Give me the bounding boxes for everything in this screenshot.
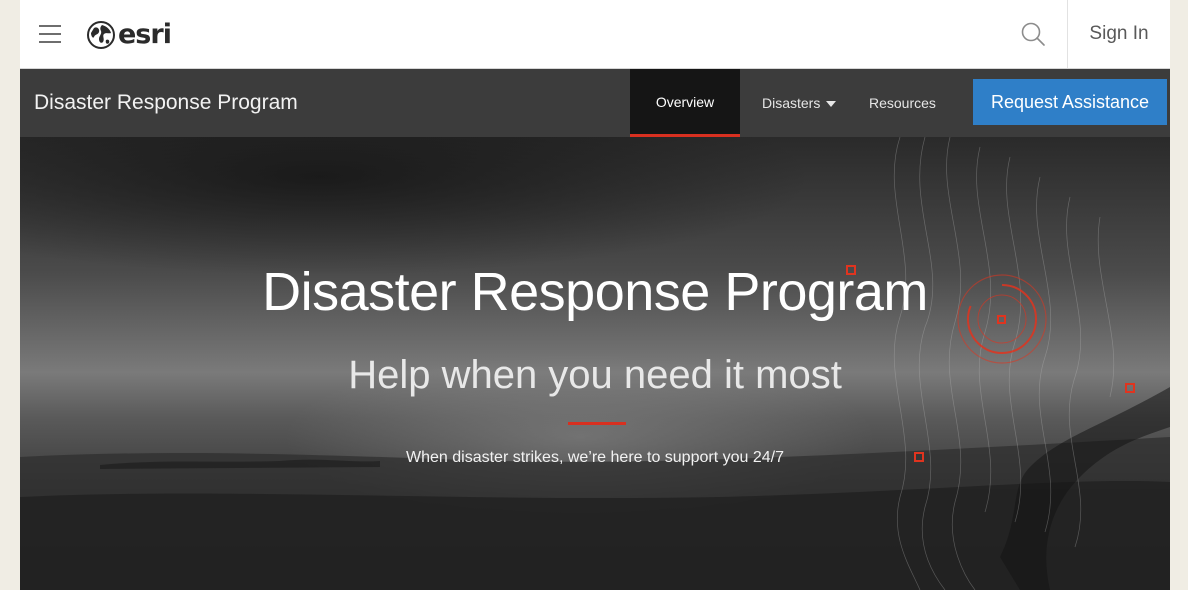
search-button[interactable] bbox=[1004, 16, 1066, 52]
hero-subtitle: Help when you need it most bbox=[348, 353, 842, 397]
accent-divider bbox=[568, 422, 626, 425]
tab-resources[interactable]: Resources bbox=[869, 69, 936, 137]
hero-title: Disaster Response Program bbox=[262, 262, 928, 322]
tab-overview[interactable]: Overview bbox=[630, 69, 740, 137]
hero-tagline: When disaster strikes, we’re here to sup… bbox=[406, 449, 784, 466]
esri-logo[interactable]: esri bbox=[86, 19, 172, 50]
caret-down-icon bbox=[826, 101, 837, 107]
hero-banner: Disaster Response Program Help when you … bbox=[20, 137, 1170, 590]
tab-disasters-label: Disasters bbox=[762, 95, 821, 111]
search-icon bbox=[1021, 22, 1045, 46]
tab-resources-label: Resources bbox=[869, 95, 936, 111]
top-header: esri Sign In bbox=[20, 0, 1170, 69]
logo-wordmark: esri bbox=[118, 19, 172, 50]
tab-disasters[interactable]: Disasters bbox=[762, 69, 837, 137]
hamburger-menu-icon[interactable] bbox=[39, 25, 61, 43]
program-title-link[interactable]: Disaster Response Program bbox=[34, 69, 298, 137]
sign-in-link[interactable]: Sign In bbox=[1068, 0, 1170, 68]
request-assistance-button[interactable]: Request Assistance bbox=[973, 79, 1167, 125]
globe-icon bbox=[87, 21, 115, 49]
program-subnav: Disaster Response Program Overview Disas… bbox=[20, 69, 1170, 137]
page-frame: esri Sign In Disaster Response Program O… bbox=[20, 0, 1170, 590]
tab-overview-label: Overview bbox=[655, 93, 715, 110]
